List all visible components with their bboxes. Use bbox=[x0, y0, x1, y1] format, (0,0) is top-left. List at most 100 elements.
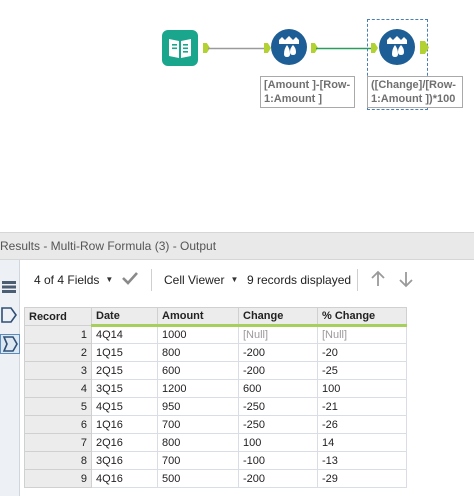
table-cell[interactable]: 1Q15 bbox=[91, 343, 158, 362]
viewer-label: Cell Viewer bbox=[164, 273, 225, 287]
table-row[interactable]: 5 4Q15 950 -250 -21 bbox=[24, 397, 407, 416]
record-number-cell[interactable]: 1 bbox=[24, 325, 92, 344]
table-cell[interactable]: [Null] bbox=[317, 325, 407, 344]
results-toolbar: 4 of 4 Fields ▼ Cell Viewer ▼ 9 records … bbox=[20, 260, 474, 300]
record-number-cell[interactable]: 7 bbox=[24, 433, 92, 452]
column-header-change[interactable]: Change bbox=[238, 307, 318, 327]
table-cell[interactable]: 600 bbox=[238, 379, 318, 398]
table-row[interactable]: 7 2Q16 800 100 14 bbox=[24, 433, 407, 452]
table-row[interactable]: 8 3Q16 700 -100 -13 bbox=[24, 451, 407, 470]
fields-dropdown[interactable]: 4 of 4 Fields ▼ bbox=[34, 272, 113, 288]
multi-row-formula-tool-1[interactable] bbox=[271, 29, 307, 65]
table-row[interactable]: 4 3Q15 1200 600 100 bbox=[24, 379, 407, 398]
table-cell[interactable]: 800 bbox=[157, 343, 239, 362]
table-cell[interactable]: -26 bbox=[317, 415, 407, 434]
record-number-cell[interactable]: 9 bbox=[24, 469, 92, 488]
table-cell[interactable]: -200 bbox=[238, 361, 318, 380]
column-header-date[interactable]: Date bbox=[91, 307, 158, 327]
table-cell[interactable]: 1000 bbox=[157, 325, 239, 344]
table-row[interactable]: 2 1Q15 800 -200 -20 bbox=[24, 343, 407, 362]
table-cell[interactable]: 100 bbox=[317, 379, 407, 398]
record-number-cell[interactable]: 4 bbox=[24, 379, 92, 398]
table-cell[interactable]: -13 bbox=[317, 451, 407, 470]
record-number-cell[interactable]: 2 bbox=[24, 343, 92, 362]
scroll-down-button[interactable] bbox=[398, 270, 414, 288]
arrow-down-icon bbox=[399, 272, 413, 288]
table-cell[interactable]: 700 bbox=[157, 415, 239, 434]
arrow-up-icon bbox=[371, 270, 385, 286]
annotation-line: 1:Amount ] bbox=[264, 93, 323, 105]
table-cell[interactable]: -25 bbox=[317, 361, 407, 380]
chevron-down-icon: ▼ bbox=[230, 275, 239, 284]
table-cell[interactable]: -100 bbox=[238, 451, 318, 470]
table-row[interactable]: 9 4Q16 500 -200 -29 bbox=[24, 469, 407, 488]
records-count: 9 records displayed bbox=[247, 272, 351, 288]
connection-line[interactable] bbox=[208, 47, 270, 51]
workflow-canvas[interactable]: [Amount ]-[Row- 1:Amount ] ([Change]/[Ro… bbox=[0, 0, 474, 232]
results-table[interactable]: Record Date Amount Change % Change 1 4Q14… bbox=[24, 307, 407, 488]
table-header-row: Record Date Amount Change % Change bbox=[24, 307, 407, 327]
table-cell[interactable]: 4Q16 bbox=[91, 469, 158, 488]
column-header-amount[interactable]: Amount bbox=[157, 307, 239, 327]
table-view-icon[interactable] bbox=[0, 278, 18, 296]
table-cell[interactable]: -21 bbox=[317, 397, 407, 416]
input-anchor-icon[interactable] bbox=[0, 306, 18, 324]
table-cell[interactable]: -20 bbox=[317, 343, 407, 362]
column-header-record[interactable]: Record bbox=[24, 307, 92, 326]
multi-row-formula-icon bbox=[379, 29, 415, 65]
table-cell[interactable]: 600 bbox=[157, 361, 239, 380]
toolbar-divider bbox=[357, 269, 358, 291]
table-cell[interactable]: 3Q15 bbox=[91, 379, 158, 398]
results-pane: Results - Multi-Row Formula (3) - Output… bbox=[0, 232, 474, 496]
multi-row-formula-tool-2[interactable] bbox=[379, 29, 415, 65]
apply-check-button[interactable] bbox=[121, 270, 139, 286]
records-label: 9 records displayed bbox=[247, 273, 352, 287]
table-cell[interactable]: 14 bbox=[317, 433, 407, 452]
record-number-cell[interactable]: 3 bbox=[24, 361, 92, 380]
input-anchor[interactable] bbox=[264, 43, 271, 53]
table-cell[interactable]: -250 bbox=[238, 415, 318, 434]
table-cell[interactable]: 500 bbox=[157, 469, 239, 488]
table-cell[interactable]: 2Q15 bbox=[91, 361, 158, 380]
table-cell[interactable]: 4Q14 bbox=[91, 325, 158, 344]
results-side-rail bbox=[0, 260, 20, 496]
table-row[interactable]: 3 2Q15 600 -200 -25 bbox=[24, 361, 407, 380]
annotation-line: 1:Amount ])*100 bbox=[371, 93, 456, 105]
table-cell[interactable]: 2Q16 bbox=[91, 433, 158, 452]
results-title: Results - Multi-Row Formula (3) - Output bbox=[0, 232, 474, 260]
scroll-up-button[interactable] bbox=[370, 270, 386, 288]
record-number-cell[interactable]: 6 bbox=[24, 415, 92, 434]
table-cell[interactable]: 700 bbox=[157, 451, 239, 470]
annotation-line: ([Change]/[Row- bbox=[371, 79, 456, 91]
connection-line[interactable] bbox=[316, 47, 374, 51]
table-cell[interactable]: 1200 bbox=[157, 379, 239, 398]
table-cell[interactable]: [Null] bbox=[238, 325, 318, 344]
record-number-cell[interactable]: 8 bbox=[24, 451, 92, 470]
multi-row-formula-icon bbox=[271, 29, 307, 65]
annotation-line: [Amount ]-[Row- bbox=[264, 79, 351, 91]
cell-viewer-dropdown[interactable]: Cell Viewer ▼ bbox=[164, 272, 238, 288]
tool-annotation: ([Change]/[Row- 1:Amount ])*100 bbox=[367, 76, 463, 108]
table-row[interactable]: 1 4Q14 1000 [Null] [Null] bbox=[24, 325, 407, 344]
book-icon bbox=[162, 30, 198, 66]
tool-annotation: [Amount ]-[Row- 1:Amount ] bbox=[260, 76, 355, 108]
table-cell[interactable]: -250 bbox=[238, 397, 318, 416]
table-cell[interactable]: -200 bbox=[238, 343, 318, 362]
record-number-cell[interactable]: 5 bbox=[24, 397, 92, 416]
toolbar-divider bbox=[151, 269, 152, 291]
table-cell[interactable]: 950 bbox=[157, 397, 239, 416]
table-cell[interactable]: -29 bbox=[317, 469, 407, 488]
table-row[interactable]: 6 1Q16 700 -250 -26 bbox=[24, 415, 407, 434]
table-cell[interactable]: 100 bbox=[238, 433, 318, 452]
input-data-tool[interactable] bbox=[162, 30, 198, 66]
table-cell[interactable]: 4Q15 bbox=[91, 397, 158, 416]
check-icon bbox=[122, 272, 138, 285]
table-cell[interactable]: 800 bbox=[157, 433, 239, 452]
column-header-percent-change[interactable]: % Change bbox=[317, 307, 407, 327]
chevron-down-icon: ▼ bbox=[105, 275, 114, 284]
output-anchor-icon[interactable] bbox=[0, 334, 20, 354]
fields-label: 4 of 4 Fields bbox=[34, 273, 100, 287]
table-cell[interactable]: -200 bbox=[238, 469, 318, 488]
table-cell[interactable]: 3Q16 bbox=[91, 451, 158, 470]
table-cell[interactable]: 1Q16 bbox=[91, 415, 158, 434]
